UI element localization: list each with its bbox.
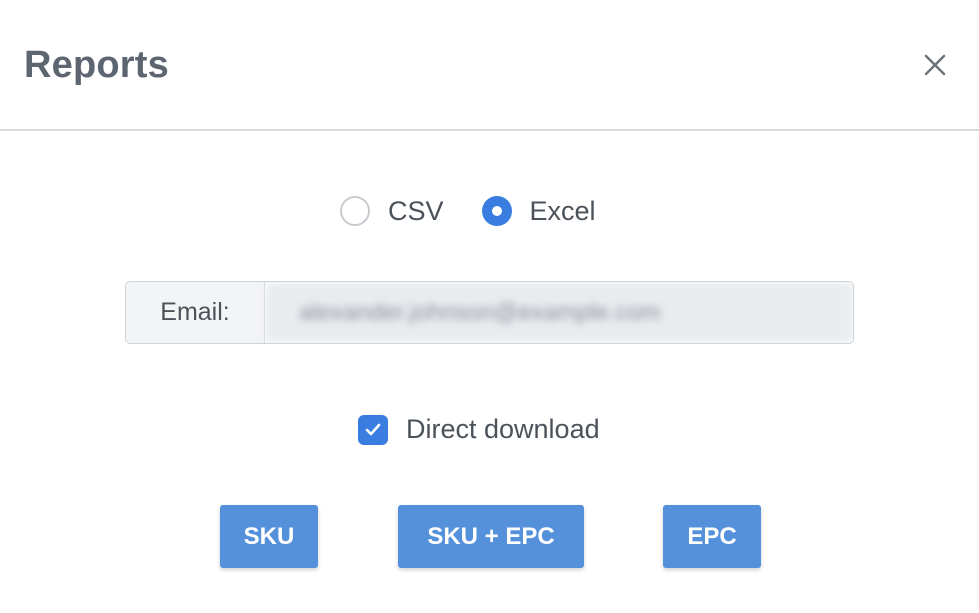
email-input-group: Email: bbox=[125, 281, 854, 344]
email-field[interactable] bbox=[265, 282, 853, 343]
email-label: Email: bbox=[126, 282, 265, 343]
radio-excel[interactable]: Excel bbox=[481, 195, 596, 227]
checkmark-icon bbox=[365, 423, 381, 435]
modal-title: Reports bbox=[24, 44, 169, 86]
radio-csv-label: CSV bbox=[388, 195, 444, 226]
radio-csv[interactable]: CSV bbox=[340, 196, 444, 227]
radio-excel-indicator[interactable] bbox=[481, 196, 512, 226]
reports-modal: Reports CSV Excel Email: Direct download bbox=[0, 0, 979, 613]
modal-header: Reports bbox=[0, 0, 979, 131]
sku-button[interactable]: SKU bbox=[220, 505, 318, 568]
close-button[interactable] bbox=[918, 48, 952, 82]
format-radio-group: CSV Excel bbox=[340, 191, 634, 231]
direct-download-option[interactable]: Direct download bbox=[358, 414, 600, 445]
direct-download-checkbox[interactable] bbox=[358, 414, 388, 445]
close-icon bbox=[924, 54, 946, 76]
radio-excel-label: Excel bbox=[529, 195, 596, 226]
direct-download-label: Direct download bbox=[406, 414, 600, 444]
sku-epc-button[interactable]: SKU + EPC bbox=[398, 505, 584, 568]
epc-button[interactable]: EPC bbox=[663, 505, 761, 568]
radio-csv-indicator[interactable] bbox=[340, 196, 370, 226]
